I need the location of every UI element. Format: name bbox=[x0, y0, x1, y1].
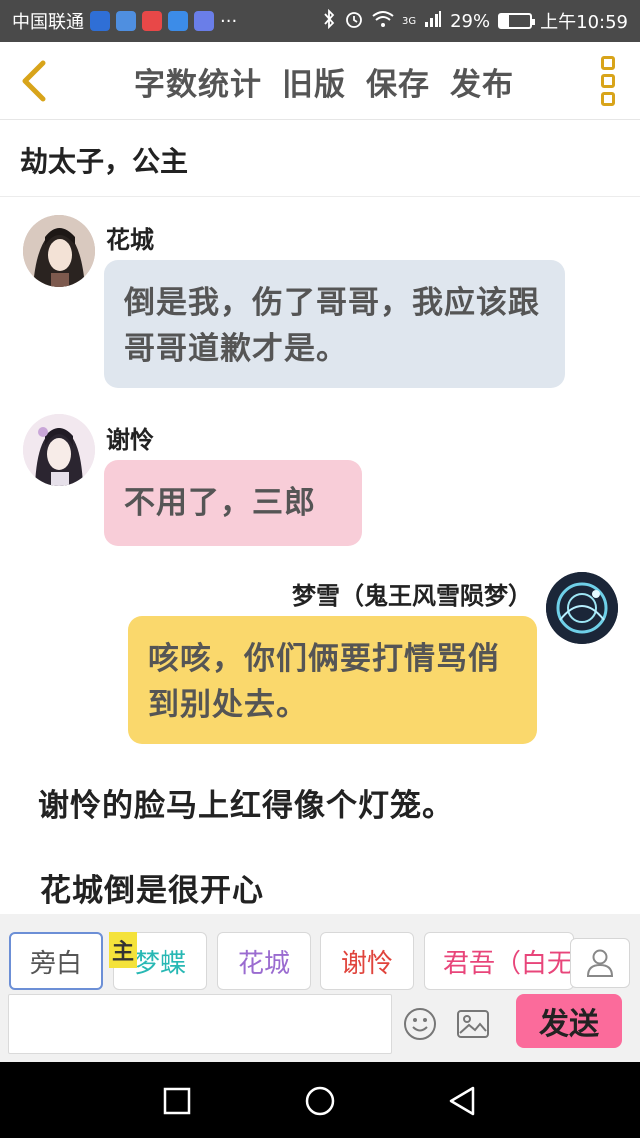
back-nav-button[interactable] bbox=[445, 1084, 479, 1118]
message-text: 倒是我，伤了哥哥，我应该跟哥哥道歉才是。 bbox=[124, 285, 540, 367]
role-label: 谢怜 bbox=[340, 948, 393, 979]
system-nav-bar bbox=[0, 1062, 640, 1138]
send-button[interactable]: 发送 bbox=[516, 994, 622, 1048]
editor-toolbar: 字数统计 旧版 保存 发布 bbox=[0, 42, 640, 120]
alarm-icon bbox=[344, 9, 364, 34]
role-chip-xie-lian[interactable]: 谢怜 bbox=[320, 932, 414, 990]
chevron-left-icon bbox=[22, 60, 46, 102]
battery-percent: 29% bbox=[450, 10, 491, 32]
message-text: 咳咳，你们俩要打情骂俏到别处去。 bbox=[148, 641, 500, 723]
role-label: 旁白 bbox=[29, 948, 82, 979]
more-dot-icon bbox=[601, 74, 615, 88]
role-chip-jun-wu[interactable]: 君吾（白无相） bbox=[424, 932, 574, 990]
save-button[interactable]: 保存 bbox=[366, 59, 430, 104]
old-version-button[interactable]: 旧版 bbox=[282, 59, 346, 104]
bluetooth-icon bbox=[322, 8, 336, 34]
message-bubble[interactable]: 咳咳，你们俩要打情骂俏到别处去。 bbox=[128, 616, 537, 744]
role-chip-hua-cheng[interactable]: 花城 bbox=[217, 932, 311, 990]
role-label: 君吾（白无相） bbox=[443, 948, 574, 979]
compose-row: 发送 bbox=[0, 994, 640, 1062]
status-bar: 中国联通 ··· 3G 29% 上午10:59 bbox=[0, 0, 640, 42]
more-notifications-icon: ··· bbox=[220, 10, 238, 32]
character-portrait-icon bbox=[546, 572, 618, 644]
square-icon bbox=[163, 1087, 191, 1115]
map-pin-app-icon bbox=[142, 11, 162, 31]
avatar-xie-lian[interactable] bbox=[23, 414, 95, 486]
speaker-name: 花城 bbox=[106, 226, 154, 254]
more-dot-icon bbox=[601, 92, 615, 106]
recent-apps-button[interactable] bbox=[160, 1084, 194, 1118]
avatar-hua-cheng[interactable] bbox=[23, 215, 95, 287]
clock-time: 上午10:59 bbox=[540, 12, 628, 33]
role-chip-narrator[interactable]: 旁白 bbox=[9, 932, 103, 990]
emoji-icon bbox=[404, 1008, 436, 1040]
character-portrait-icon bbox=[23, 414, 95, 486]
shield-app-icon bbox=[90, 11, 110, 31]
message-bubble[interactable]: 倒是我，伤了哥哥，我应该跟哥哥道歉才是。 bbox=[104, 260, 565, 388]
user-icon bbox=[586, 949, 614, 977]
signal-icon bbox=[424, 10, 442, 33]
more-menu-button[interactable] bbox=[598, 56, 618, 106]
video-app-icon bbox=[168, 11, 188, 31]
wifi-icon bbox=[372, 10, 394, 33]
narration-text[interactable]: 谢怜的脸马上红得像个灯笼。 bbox=[38, 780, 454, 825]
message-text: 不用了，三郎 bbox=[124, 485, 316, 521]
narration-text[interactable]: 花城倒是很开心 bbox=[40, 865, 264, 910]
role-label: 梦蝶 bbox=[133, 948, 186, 979]
message-input[interactable] bbox=[8, 994, 392, 1054]
carrier-label: 中国联通 bbox=[12, 12, 84, 33]
more-dot-icon bbox=[601, 56, 615, 70]
home-button[interactable] bbox=[303, 1084, 337, 1118]
network-type-label: 3G bbox=[401, 16, 417, 27]
triangle-back-icon bbox=[449, 1086, 475, 1116]
music-app-icon bbox=[194, 11, 214, 31]
avatar-meng-xue[interactable] bbox=[546, 572, 618, 644]
chapter-title[interactable]: 劫太子，公主 bbox=[20, 140, 188, 180]
image-icon bbox=[457, 1010, 489, 1038]
speaker-name: 谢怜 bbox=[106, 426, 154, 454]
role-label: 花城 bbox=[237, 948, 290, 979]
divider bbox=[0, 196, 640, 197]
character-manager-button[interactable] bbox=[570, 938, 630, 988]
circle-icon bbox=[305, 1086, 335, 1116]
publish-button[interactable]: 发布 bbox=[450, 59, 514, 104]
emoji-button[interactable] bbox=[402, 1006, 438, 1042]
character-portrait-icon bbox=[23, 215, 95, 287]
word-count-button[interactable]: 字数统计 bbox=[134, 59, 262, 104]
lead-role-tag: 主 bbox=[109, 932, 137, 968]
bell-app-icon bbox=[116, 11, 136, 31]
speaker-name: 梦雪（鬼王风雪陨梦） bbox=[292, 582, 532, 610]
image-button[interactable] bbox=[455, 1006, 491, 1042]
message-bubble[interactable]: 不用了，三郎 bbox=[104, 460, 362, 546]
battery-icon bbox=[498, 13, 536, 29]
back-button[interactable] bbox=[14, 58, 54, 104]
